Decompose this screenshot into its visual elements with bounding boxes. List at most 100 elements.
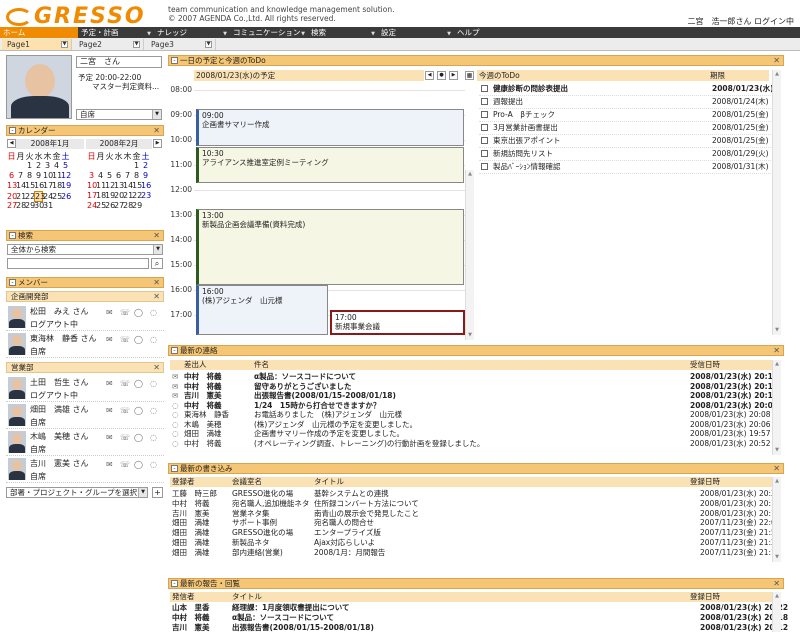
tab-page1[interactable]: Page1 ▼ [2, 39, 72, 50]
menu-help[interactable]: ヘルプ [454, 27, 524, 38]
todo-title[interactable]: 健康診断の問診表提出 [493, 83, 568, 94]
post-title[interactable]: 基幹システムとの連携 [314, 489, 389, 498]
todo-toggle-icon[interactable]: ▦ [465, 71, 474, 80]
calendar-day[interactable]: 19 [61, 181, 71, 190]
chevron-down-icon[interactable]: ▼ [205, 41, 212, 48]
close-icon[interactable]: ✕ [153, 278, 160, 287]
report-row[interactable]: 吉川 憲美 出張報告書(2008/01/15-2008/01/18) 2008/01… [170, 623, 788, 632]
todo-title[interactable]: 製品ﾊﾞｰｼｮﾝ情報確認 [493, 161, 561, 172]
message-subject[interactable]: 出張報告書(2008/01/15-2008/01/18) [254, 391, 396, 400]
phone-icon[interactable]: ☏ [120, 460, 130, 469]
prev-month-button[interactable]: ◀ [7, 139, 16, 148]
message-subject[interactable]: α製品：ソースコードについて [254, 372, 356, 381]
todo-title[interactable]: 新規訪問先リスト [493, 148, 553, 159]
message-subject[interactable]: 留守ありがとうございました [254, 382, 352, 391]
calendar-day[interactable]: 29 [25, 201, 35, 210]
post-row[interactable]: 畑田 満雄 部内連絡(営業) 2008/1月：月間報告 2007/11/23(金) 2… [170, 548, 781, 557]
calendar-day[interactable]: 3 [43, 161, 52, 170]
profile-schedule-detail[interactable]: マスター判定資料... [92, 81, 159, 92]
post-title[interactable]: 南青山の展示会で発見したこと [314, 509, 419, 518]
calendar-day[interactable]: 28 [16, 201, 26, 210]
member-name[interactable]: 東海林 静香 さん [30, 333, 97, 344]
todo-title[interactable]: 週報提出 [493, 96, 523, 107]
calendar-day[interactable]: 13 [7, 181, 17, 190]
todo-item[interactable]: 3月営業計画書提出 2008/01/25(金) [479, 122, 779, 135]
today-button[interactable]: ● [437, 71, 446, 80]
calendar-day[interactable]: 6 [7, 171, 16, 180]
member-name[interactable]: 土田 哲生 さん [30, 377, 89, 388]
chat-icon[interactable]: ◯ [134, 460, 143, 469]
post-title[interactable]: 宛名職人の問合せ [314, 518, 374, 527]
calendar-day[interactable]: 15 [132, 181, 142, 190]
comment-icon[interactable]: ◌ [150, 335, 157, 344]
calendar-day[interactable]: 7 [16, 171, 25, 180]
close-icon[interactable]: ✕ [153, 126, 160, 135]
mail-icon[interactable]: ✉ [106, 406, 113, 415]
calendar-day[interactable]: 17 [87, 191, 97, 200]
report-title[interactable]: 経理課：1月度領収書提出について [232, 603, 350, 612]
calendar-day[interactable]: 18 [96, 191, 106, 200]
minimize-icon[interactable]: - [171, 465, 178, 472]
calendar-day[interactable]: 12 [105, 181, 115, 190]
post-room[interactable]: 新製品ネタ [232, 538, 270, 547]
chat-icon[interactable]: ◯ [134, 406, 143, 415]
close-icon[interactable]: ✕ [153, 363, 160, 372]
chat-icon[interactable]: ◯ [134, 433, 143, 442]
calendar-day[interactable]: 27 [114, 201, 124, 210]
todo-checkbox[interactable] [481, 137, 488, 144]
comment-icon[interactable]: ◌ [150, 379, 157, 388]
todo-item[interactable]: Pro-A βチェック 2008/01/25(金) [479, 109, 779, 122]
close-icon[interactable]: ✕ [773, 346, 780, 355]
calendar-day[interactable]: 1 [132, 161, 141, 170]
event-title[interactable]: 新製品企画会議準備(資料完成) [202, 220, 460, 229]
calendar-day[interactable]: 2 [141, 161, 150, 170]
calendar-day[interactable]: 12 [61, 171, 71, 180]
calendar-day[interactable]: 24 [87, 201, 97, 210]
chevron-down-icon[interactable]: ▼ [61, 41, 68, 48]
prev-day-button[interactable]: ◀ [425, 71, 434, 80]
post-room[interactable]: 営業ネタ集 [232, 509, 270, 518]
calendar-day[interactable]: 21 [123, 191, 133, 200]
calendar-day[interactable]: 19 [105, 191, 115, 200]
post-title[interactable]: エンタープライズ版 [314, 528, 381, 537]
todo-checkbox[interactable] [481, 124, 488, 131]
member-row[interactable]: 吉川 憲美 さん 自席 ✉ ☏ ◯ ◌ [6, 456, 164, 483]
todo-checkbox[interactable] [481, 98, 488, 105]
post-row[interactable]: 畑田 満雄 サポート事例 宛名職人の問合せ 2007/11/23(金) 22:01 [170, 518, 781, 527]
todo-title[interactable]: Pro-A βチェック [493, 109, 555, 120]
chat-icon[interactable]: ◯ [134, 308, 143, 317]
close-icon[interactable]: ✕ [153, 292, 160, 301]
message-row[interactable]: ✉ 中村 将義 α製品：ソースコードについて 2008/01/23(水) 20:18 [170, 372, 778, 381]
member-row[interactable]: 松田 みえ さん ログアウト中 ✉ ☏ ◯ ◌ [6, 304, 164, 331]
menu-knowledge[interactable]: ナレッジ ▼ [154, 27, 230, 38]
calendar-day[interactable]: 31 [43, 201, 53, 210]
calendar-day[interactable]: 27 [7, 201, 17, 210]
search-scope-select[interactable]: 全体から検索 ▼ [7, 244, 163, 255]
calendar-day[interactable]: 10 [87, 181, 97, 190]
comment-icon[interactable]: ◌ [150, 406, 157, 415]
calendar-day[interactable]: 11 [52, 171, 62, 180]
message-subject[interactable]: (株)アジェンダ 山元様の予定を変更しました。 [254, 420, 417, 429]
message-subject[interactable]: 1/24 15時から打合せできますか？ [254, 401, 380, 410]
todo-title[interactable]: 東京出張アポイント [493, 135, 561, 146]
calendar-day[interactable]: 13 [114, 181, 124, 190]
calendar-day[interactable]: 20 [114, 191, 124, 200]
calendar-day[interactable]: 4 [52, 161, 61, 170]
chevron-down-icon[interactable]: ▼ [133, 41, 140, 48]
minimize-icon[interactable]: - [9, 279, 16, 286]
minimize-icon[interactable]: - [171, 347, 178, 354]
calendar-day[interactable]: 17 [43, 181, 53, 190]
comment-icon[interactable]: ◌ [150, 460, 157, 469]
chat-icon[interactable]: ◯ [134, 335, 143, 344]
calendar-day[interactable]: 2 [34, 161, 43, 170]
todo-scrollbar[interactable]: ▲ ▼ [772, 70, 781, 335]
tab-page2[interactable]: Page2 ▼ [74, 39, 144, 50]
calendar-day[interactable]: 3 [87, 171, 96, 180]
phone-icon[interactable]: ☏ [120, 379, 130, 388]
calendar-day[interactable]: 21 [16, 192, 26, 201]
close-icon[interactable]: ✕ [153, 231, 160, 240]
minimize-icon[interactable]: - [171, 57, 178, 64]
menu-settings[interactable]: 設定 ▼ [378, 27, 454, 38]
post-room[interactable]: 宛名職人,追加機能ネタ [232, 499, 309, 508]
event-title[interactable]: 新規事業会議 [335, 322, 460, 331]
